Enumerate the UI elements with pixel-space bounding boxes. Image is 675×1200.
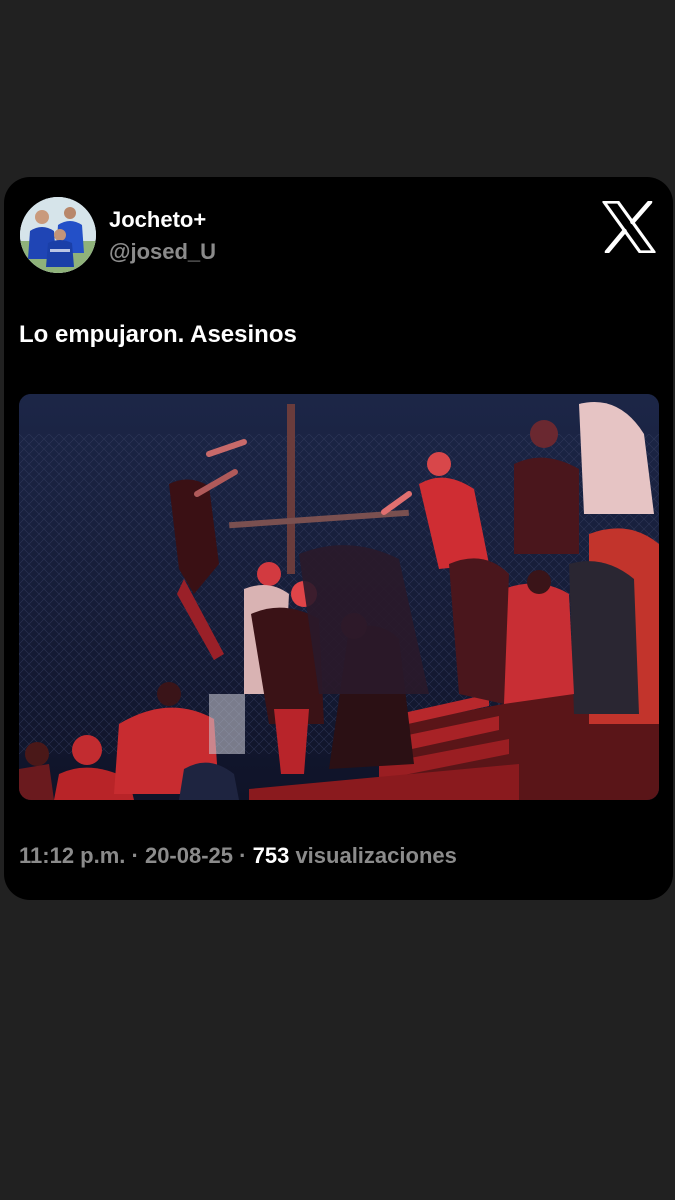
tweet-meta: 11:12 p.m. · 20-08-25 · 753 visualizacio… [19,843,457,869]
avatar-image [20,197,96,273]
views-label: visualizaciones [295,843,457,868]
tweet-time[interactable]: 11:12 p.m. [19,843,125,868]
views-count: 753 [252,843,290,868]
tweet-card: Jocheto+ @josed_U Lo empujaron. Asesinos [4,177,673,900]
x-logo-icon [602,199,656,255]
tweet-text: Lo empujaron. Asesinos [19,321,297,348]
photo-image [19,394,659,800]
tweet-media-photo[interactable] [19,394,659,800]
meta-separator: · [125,843,145,868]
meta-separator: · [233,843,253,868]
avatar[interactable] [20,197,96,273]
user-handle[interactable]: @josed_U [109,239,216,265]
tweet-date[interactable]: 20-08-25 [145,843,233,868]
display-name[interactable]: Jocheto+ [109,207,206,233]
